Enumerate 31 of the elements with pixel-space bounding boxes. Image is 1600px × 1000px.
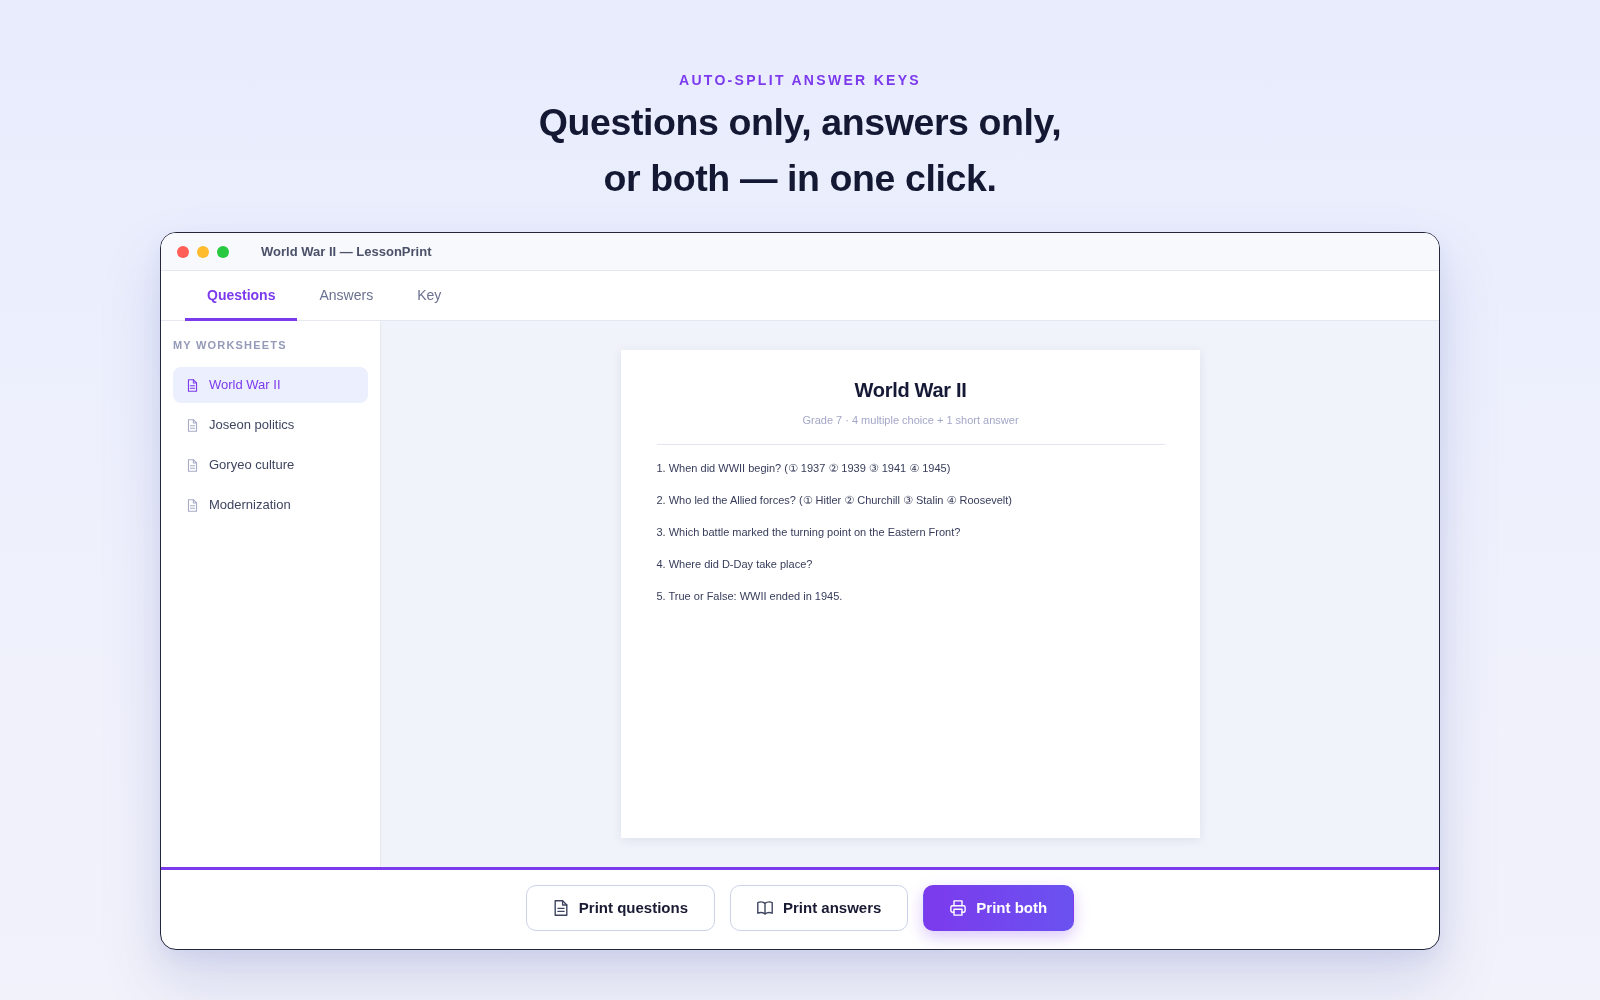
eyebrow-text: AUTO-SPLIT ANSWER KEYS (678, 71, 922, 90)
document-icon (187, 498, 198, 512)
window-close-icon[interactable] (177, 245, 189, 258)
section-heading: MY WORKSHEETS (173, 338, 288, 353)
question-text: 1. When did WWII begin? (① 1937 ② 1939 ③ 1941 ④ 1945) (656, 461, 952, 475)
question-text: 4. Where did D-Day take place? (656, 557, 814, 571)
print-button[interactable]: Print answers (730, 885, 909, 931)
document-icon (552, 900, 569, 916)
window-minimize-icon[interactable] (197, 245, 209, 258)
printer-icon (950, 900, 967, 916)
worksheet-item[interactable]: Modernization (173, 487, 368, 523)
document-icon (187, 458, 198, 472)
headline: Questions only, answers only, or both — in one click. (537, 100, 1063, 201)
document-icon (187, 378, 198, 392)
tab[interactable]: Questions (185, 272, 298, 321)
tab[interactable]: Answers (297, 272, 396, 321)
worksheet-item[interactable]: Joseon politics (173, 407, 368, 443)
worksheet-title: World War II (853, 380, 968, 400)
window-zoom-icon[interactable] (217, 245, 229, 258)
document-icon (187, 418, 198, 432)
question-text: 3. Which battle marked the turning point on the Eastern Front? (656, 525, 962, 539)
print-button[interactable]: Print questions (525, 885, 715, 931)
print-button[interactable]: Print both (923, 885, 1075, 931)
worksheet-subtitle: Grade 7 · 4 multiple choice + 1 short answer (802, 413, 1019, 427)
worksheet-item[interactable]: World War II (173, 367, 368, 403)
tab[interactable]: Key (395, 272, 464, 321)
worksheet-item[interactable]: Goryeo culture (173, 447, 368, 483)
window-title: World War II — LessonPrint (261, 242, 432, 261)
question-text: 5. True or False: WWII ended in 1945. (656, 589, 844, 603)
book-icon (757, 900, 773, 916)
question-text: 2. Who led the Allied forces? (① Hitler ② Churchill ③ Stalin ④ Roosevelt) (656, 493, 1014, 507)
